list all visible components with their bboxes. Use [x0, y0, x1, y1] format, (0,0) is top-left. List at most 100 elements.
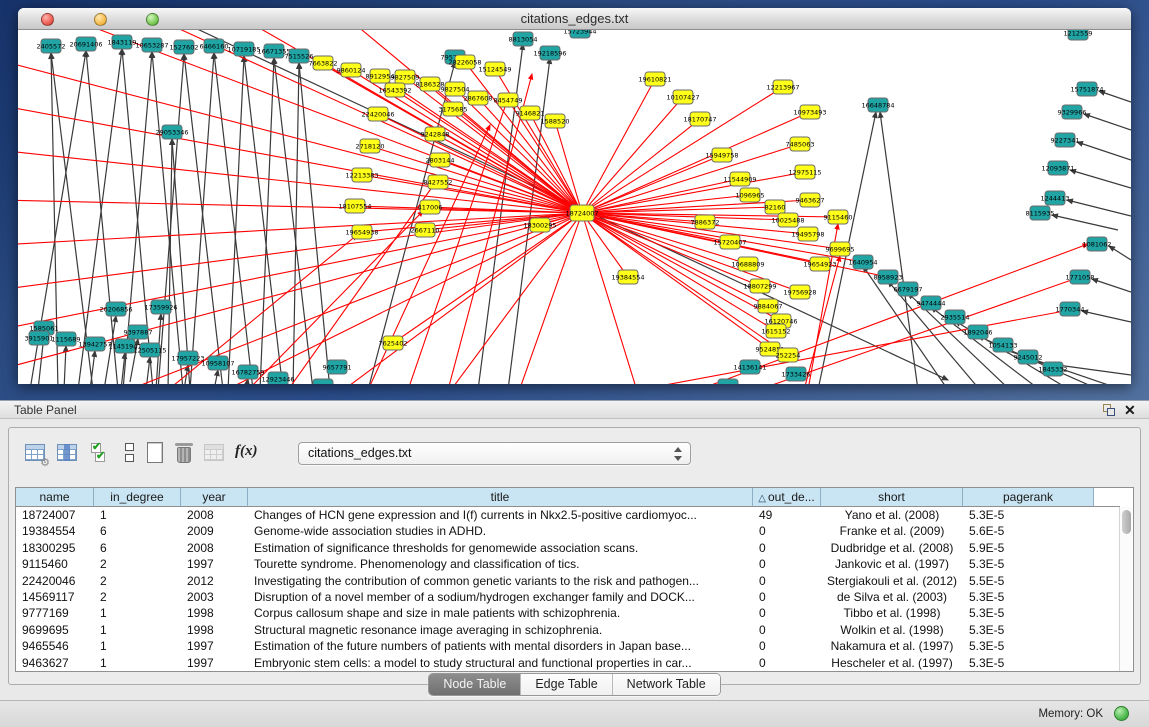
- black-edge[interactable]: [214, 53, 253, 384]
- table-cell[interactable]: 0: [753, 556, 821, 572]
- table-cell[interactable]: Structural magnetic resonance image aver…: [248, 622, 753, 638]
- citation-network-graph[interactable]: 2405572206914061843119106532871527602646…: [18, 30, 1131, 384]
- tab-node-table[interactable]: Node Table: [429, 674, 521, 695]
- table-cell[interactable]: 1998: [181, 605, 248, 621]
- table-cell[interactable]: Nakamura et al. (1997): [821, 638, 963, 654]
- new-table-icon[interactable]: [143, 440, 169, 466]
- tab-edge-table[interactable]: Edge Table: [521, 674, 612, 695]
- window-titlebar[interactable]: citations_edges.txt: [18, 8, 1131, 30]
- red-edge[interactable]: [582, 155, 722, 213]
- table-cell[interactable]: 5.9E-5: [963, 540, 1094, 556]
- network-canvas[interactable]: 2405572206914061843119106532871527602646…: [18, 30, 1131, 384]
- table-cell[interactable]: 0: [753, 622, 821, 638]
- table-cell[interactable]: 1997: [181, 638, 248, 654]
- table-cell[interactable]: Franke et al. (2009): [821, 523, 963, 539]
- table-row[interactable]: 1872400712008Changes of HCN gene express…: [16, 507, 1120, 523]
- close-panel-icon[interactable]: ✕: [1124, 402, 1136, 419]
- red-edge[interactable]: [582, 97, 683, 213]
- red-edge[interactable]: [395, 90, 582, 213]
- table-cell[interactable]: 22420046: [16, 573, 94, 589]
- black-edge[interactable]: [146, 357, 150, 384]
- table-cell[interactable]: 0: [753, 573, 821, 589]
- black-edge[interactable]: [880, 112, 918, 384]
- table-cell[interactable]: 6: [94, 523, 181, 539]
- black-edge[interactable]: [78, 49, 122, 384]
- delete-table-icon[interactable]: [172, 440, 198, 466]
- table-cell[interactable]: 1997: [181, 655, 248, 671]
- table-row[interactable]: 977716911998Corpus callosum shape and si…: [16, 605, 1120, 621]
- table-cell[interactable]: 0: [753, 655, 821, 671]
- table-row[interactable]: 2242004622012Investigating the contribut…: [16, 573, 1120, 589]
- column-header-short[interactable]: short: [821, 488, 963, 507]
- table-cell[interactable]: 2003: [181, 589, 248, 605]
- table-cell[interactable]: 1: [94, 507, 181, 523]
- tab-network-table[interactable]: Network Table: [613, 674, 720, 695]
- column-header-title[interactable]: title: [248, 488, 753, 507]
- table-cell[interactable]: 5.3E-5: [963, 589, 1094, 605]
- table-cell[interactable]: 1: [94, 655, 181, 671]
- memory-status-indicator[interactable]: [1114, 706, 1129, 721]
- red-edge[interactable]: [18, 60, 582, 213]
- table-cell[interactable]: 5.6E-5: [963, 523, 1094, 539]
- table-cell[interactable]: 18300295: [16, 540, 94, 556]
- black-edge[interactable]: [260, 58, 274, 384]
- table-cell[interactable]: 5.3E-5: [963, 638, 1094, 654]
- table-row[interactable]: 969969511998Structural magnetic resonanc…: [16, 622, 1120, 638]
- table-cell[interactable]: Estimation of significance thresholds fo…: [248, 540, 753, 556]
- black-edge[interactable]: [1077, 142, 1131, 160]
- import-table-icon[interactable]: [202, 440, 228, 466]
- table-row[interactable]: 1456911722003Disruption of a novel membe…: [16, 589, 1120, 605]
- table-cell[interactable]: 1: [94, 622, 181, 638]
- node-table[interactable]: namein_degreeyeartitle△out_de...shortpag…: [15, 487, 1134, 672]
- black-edge[interactable]: [244, 56, 283, 384]
- table-cell[interactable]: Tourette syndrome. Phenomenology and cla…: [248, 556, 753, 572]
- column-header-out_de[interactable]: △out_de...: [753, 488, 821, 507]
- table-cell[interactable]: 5.5E-5: [963, 573, 1094, 589]
- table-cell[interactable]: 0: [753, 589, 821, 605]
- table-cell[interactable]: Jankovic et al. (1997): [821, 556, 963, 572]
- table-cell[interactable]: 0: [753, 638, 821, 654]
- table-cell[interactable]: 1: [94, 638, 181, 654]
- column-header-name[interactable]: name: [16, 488, 94, 507]
- table-cell[interactable]: Estimation of the future numbers of pati…: [248, 638, 753, 654]
- table-cell[interactable]: 1998: [181, 622, 248, 638]
- table-cell[interactable]: 9777169: [16, 605, 94, 621]
- table-cell[interactable]: 49: [753, 507, 821, 523]
- table-cell[interactable]: 9115460: [16, 556, 94, 572]
- table-cell[interactable]: Wolkin et al. (1998): [821, 622, 963, 638]
- table-cell[interactable]: 1997: [181, 556, 248, 572]
- table-cell[interactable]: 5.3E-5: [963, 655, 1094, 671]
- red-edge[interactable]: [804, 256, 840, 384]
- table-settings-icon[interactable]: ⚙: [23, 440, 49, 466]
- table-cell[interactable]: 0: [753, 540, 821, 556]
- table-row[interactable]: 946554611997Estimation of the future num…: [16, 638, 1120, 654]
- table-row[interactable]: 1830029562008Estimation of significance …: [16, 540, 1120, 556]
- black-edge[interactable]: [1067, 200, 1131, 216]
- table-cell[interactable]: 5.3E-5: [963, 605, 1094, 621]
- table-cell[interactable]: 14569117: [16, 589, 94, 605]
- table-cell[interactable]: de Silva et al. (2003): [821, 589, 963, 605]
- table-row[interactable]: 946362711997Embryonic stem cells: a mode…: [16, 655, 1120, 671]
- table-cell[interactable]: Investigating the contribution of common…: [248, 573, 753, 589]
- red-edge[interactable]: [582, 112, 810, 213]
- table-cell[interactable]: Changes of HCN gene expression and I(f) …: [248, 507, 753, 523]
- red-edge[interactable]: [408, 101, 507, 384]
- black-edge[interactable]: [1084, 114, 1131, 130]
- black-edge[interactable]: [1070, 170, 1131, 188]
- table-vertical-scrollbar[interactable]: [1119, 507, 1132, 671]
- black-edge[interactable]: [178, 30, 948, 380]
- table-cell[interactable]: 9463627: [16, 655, 94, 671]
- scrollbar-thumb[interactable]: [1122, 510, 1131, 534]
- function-builder-icon[interactable]: f(x): [235, 440, 261, 466]
- table-cell[interactable]: 2012: [181, 573, 248, 589]
- table-cell[interactable]: 2: [94, 573, 181, 589]
- table-cell[interactable]: 2: [94, 556, 181, 572]
- table-cell[interactable]: Embryonic stem cells: a model to study s…: [248, 655, 753, 671]
- table-cell[interactable]: Genome-wide association studies in ADHD.: [248, 523, 753, 539]
- table-cell[interactable]: Yano et al. (2008): [821, 507, 963, 523]
- table-row[interactable]: 1938455462009Genome-wide association stu…: [16, 523, 1120, 539]
- red-edge[interactable]: [582, 179, 740, 213]
- black-edge[interactable]: [190, 53, 214, 384]
- table-row[interactable]: 911546021997Tourette syndrome. Phenomeno…: [16, 556, 1120, 572]
- black-edge[interactable]: [1052, 215, 1118, 230]
